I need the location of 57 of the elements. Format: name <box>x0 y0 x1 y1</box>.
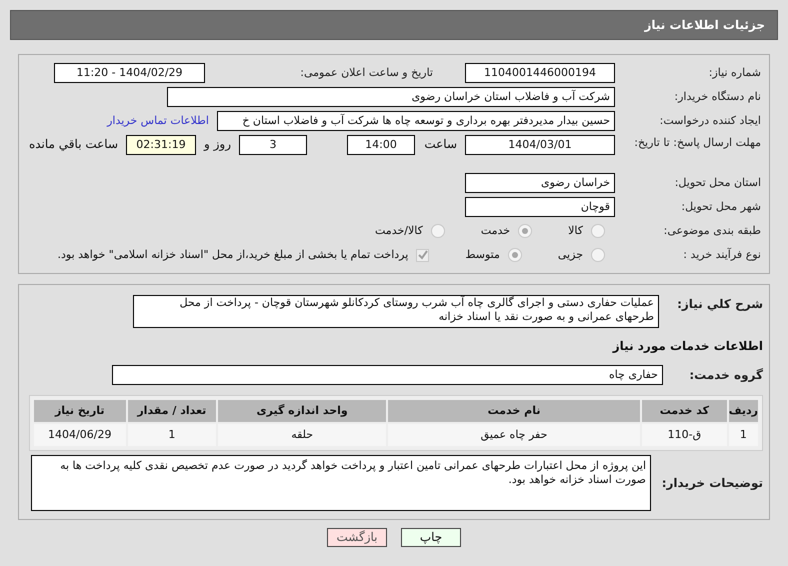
remaining-label: ساعت باقي مانده <box>28 136 118 153</box>
text-field[interactable]: خراسان رضوی <box>465 173 615 193</box>
table-cell: 1 <box>128 424 216 446</box>
print-button[interactable]: چاپ <box>401 528 461 547</box>
text-field[interactable]: 1404/03/01 <box>465 135 615 155</box>
checkbox[interactable] <box>416 248 430 262</box>
field-label: نام دستگاه خریدار: <box>673 88 761 105</box>
payment-note: پرداخت تمام یا بخشی از مبلغ خرید،از محل "اسناد خزانه اسلامی" خواهد بود. <box>58 246 408 263</box>
days-label: روز و <box>204 136 231 153</box>
radio-button[interactable] <box>518 224 532 238</box>
field-label: گروه خدمت: <box>688 367 763 384</box>
field-label: شماره نیاز: <box>708 64 761 81</box>
table-cell: حفر چاه عمیق <box>388 424 640 446</box>
text-field[interactable]: شرکت آب و فاضلاب استان خراسان رضوی <box>167 87 615 107</box>
radio-label: کالا/خدمت <box>375 222 423 239</box>
countdown-field[interactable]: 02:31:19 <box>126 135 196 155</box>
text-field[interactable]: حسین بیدار مدیردفتر بهره برداری و توسعه چاه ها شرکت آب و فاضلاب استان خ <box>217 111 615 131</box>
text-field[interactable]: 1104001446000194 <box>465 63 615 83</box>
field-label: شهر محل تحویل: <box>680 198 761 215</box>
text-field[interactable]: حفاری چاه <box>112 365 663 385</box>
field-label: توضیحات خریدار: <box>660 475 763 492</box>
field-label: ایجاد کننده درخواست: <box>658 112 761 129</box>
table-cell: 1404/06/29 <box>34 424 126 446</box>
back-button[interactable]: بازگشت <box>327 528 387 547</box>
table-cell: 1 <box>728 424 758 446</box>
time-label: ساعت <box>423 136 457 153</box>
radio-label: خدمت <box>480 222 510 239</box>
field-label: مهلت ارسال پاسخ: تا تاریخ: <box>633 135 761 151</box>
page-title: جزئیات اطلاعات نیاز <box>644 17 765 34</box>
table-cell: حلقه <box>218 424 386 446</box>
column-header: کد خدمت <box>642 400 727 422</box>
section-heading: اطلاعات خدمات مورد نیاز <box>612 339 763 353</box>
field-label: طبقه بندی موضوعی: <box>662 222 761 239</box>
radio-button[interactable] <box>591 224 605 238</box>
text-field[interactable]: 1404/02/29 - 11:20 <box>54 63 205 83</box>
radio-button[interactable] <box>591 248 605 262</box>
radio-label: کالا <box>568 222 583 239</box>
radio-label: جزیی <box>558 246 583 263</box>
description-area[interactable]: عملیات حفاری دستی و اجرای گالری چاه آب شرب روستای کردکانلو شهرستان قوچان - پرداخت از محل طرحهای عمرانی و به صورت نقد یا اسناد خزانه <box>133 295 659 328</box>
field-label: تاریخ و ساعت اعلان عمومی: <box>299 64 433 81</box>
radio-button[interactable] <box>430 224 445 238</box>
radio-button[interactable] <box>508 248 522 262</box>
column-header: تعداد / مقدار <box>128 400 216 422</box>
contact-link[interactable]: اطلاعات تماس خریدار <box>107 112 209 130</box>
text-field[interactable]: 14:00 <box>347 135 415 155</box>
field-label: شرح کلي نیاز: <box>676 296 763 313</box>
field-label: استان محل تحویل: <box>674 174 761 191</box>
radio-label: متوسط <box>465 246 500 263</box>
notes-area[interactable]: این پروژه از محل اعتبارات طرحهای عمرانی تامین اعتبار و پرداخت خواهد گردید در صورت عدم تخصیص نقدی کلیه پرداخت ها به صورت اسناد خزانه خواهد بود. <box>31 455 651 511</box>
column-header: نام خدمت <box>388 400 640 422</box>
column-header: تاریخ نیاز <box>34 400 126 422</box>
column-header: ردیف <box>728 400 758 422</box>
table-cell: ق-110 <box>642 424 727 446</box>
text-field[interactable]: قوچان <box>465 197 615 217</box>
text-field[interactable]: 3 <box>239 135 307 155</box>
field-label: نوع فرآیند خرید : <box>682 246 761 263</box>
column-header: واحد اندازه گیری <box>218 400 386 422</box>
